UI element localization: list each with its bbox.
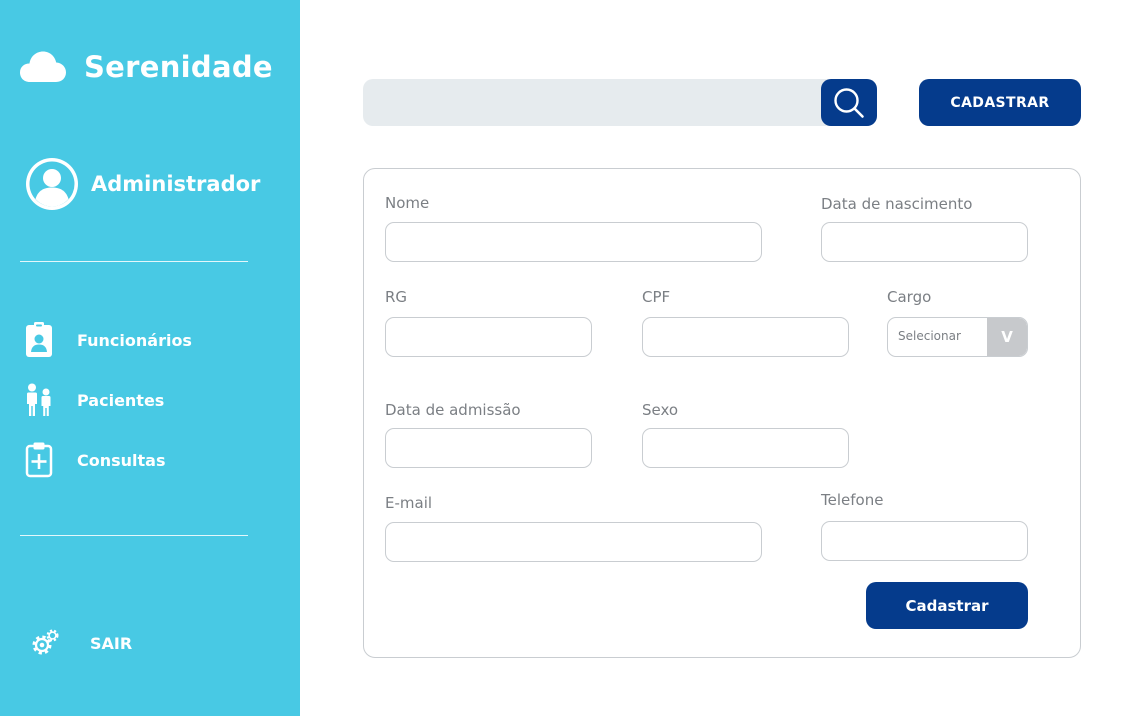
brand-name: Serenidade <box>84 50 273 84</box>
search-button[interactable] <box>821 79 877 126</box>
cpf-label: CPF <box>642 288 671 306</box>
cargo-select[interactable]: Selecionar V <box>887 317 1028 357</box>
data-admissao-label: Data de admissão <box>385 401 521 419</box>
telefone-field[interactable] <box>821 521 1028 561</box>
user-name: Administrador <box>91 172 261 196</box>
cadastrar-top-button[interactable]: CADASTRAR <box>919 79 1081 126</box>
sidebar-item-label: Funcionários <box>77 330 192 350</box>
cloud-icon <box>20 51 66 82</box>
rg-label: RG <box>385 288 408 306</box>
rg-field[interactable] <box>385 317 592 357</box>
app-root: Serenidade Administrador Funcionários Pa… <box>0 0 1127 716</box>
data-nascimento-field[interactable] <box>821 222 1028 262</box>
avatar <box>26 158 78 210</box>
cadastrar-submit-button[interactable]: Cadastrar <box>866 582 1028 629</box>
sidebar-item-funcionarios[interactable]: Funcionários <box>24 322 192 358</box>
search-icon <box>834 87 864 118</box>
search-input[interactable] <box>363 79 821 126</box>
cpf-field[interactable] <box>642 317 849 357</box>
gear-icon <box>30 625 60 661</box>
nome-label: Nome <box>385 194 430 212</box>
email-label: E-mail <box>385 494 433 512</box>
nome-field[interactable] <box>385 222 762 262</box>
email-field[interactable] <box>385 522 762 562</box>
sidebar-divider-top <box>20 261 248 262</box>
clipboard-plus-icon <box>24 442 54 478</box>
data-nascimento-label: Data de nascimento <box>821 195 973 213</box>
cargo-select-value: Selecionar <box>898 329 961 343</box>
sidebar-item-label: Pacientes <box>77 390 165 410</box>
sidebar-item-pacientes[interactable]: Pacientes <box>24 382 164 418</box>
sidebar-item-consultas[interactable]: Consultas <box>24 442 166 478</box>
logout-button[interactable]: SAIR <box>30 625 132 661</box>
sexo-field[interactable] <box>642 428 849 468</box>
sexo-label: Sexo <box>642 401 679 419</box>
logout-label: SAIR <box>90 633 133 653</box>
badge-icon <box>24 322 54 358</box>
data-admissao-field[interactable] <box>385 428 592 468</box>
chevron-down-icon: V <box>987 318 1027 356</box>
user-profile: Administrador <box>26 158 260 210</box>
telefone-label: Telefone <box>821 491 884 509</box>
people-icon <box>24 382 54 418</box>
sidebar: Serenidade Administrador Funcionários Pa… <box>0 0 300 716</box>
sidebar-divider-bottom <box>20 535 248 536</box>
search-bar <box>363 79 877 126</box>
brand: Serenidade <box>20 50 273 84</box>
sidebar-item-label: Consultas <box>77 450 166 470</box>
cargo-label: Cargo <box>887 288 932 306</box>
